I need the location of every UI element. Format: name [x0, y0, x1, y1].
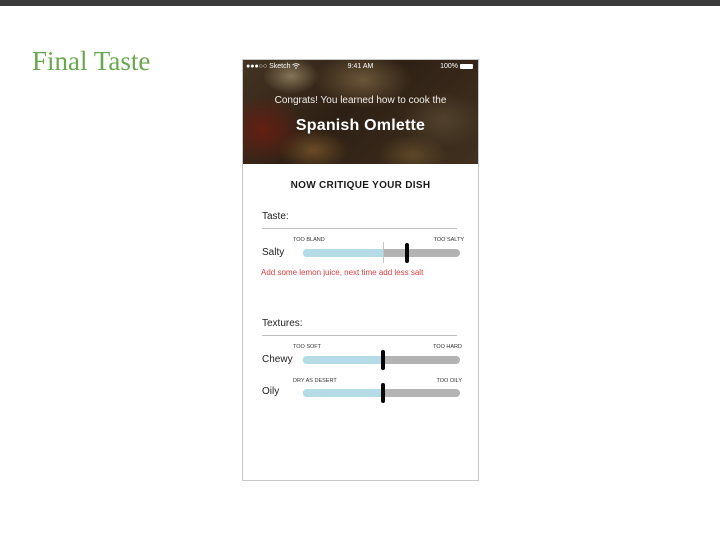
- phone-screen: ●●●○○ Sketch 9:41 AM 100% Congrats! You …: [242, 59, 479, 481]
- chewy-max-label: TOO HARD: [433, 344, 462, 350]
- status-battery: 100%: [440, 63, 473, 70]
- salty-slider-fill: [303, 249, 384, 257]
- oily-max-label: TOO OILY: [436, 378, 462, 384]
- hero-image: ●●●○○ Sketch 9:41 AM 100% Congrats! You …: [243, 60, 478, 164]
- salty-slider-thumb[interactable]: [404, 243, 409, 263]
- battery-icon: [460, 64, 473, 69]
- battery-percent: 100%: [440, 63, 458, 70]
- slide-title: Final Taste: [32, 46, 151, 76]
- oily-label: Oily: [262, 386, 280, 397]
- salty-slider[interactable]: [303, 242, 460, 263]
- taste-label: Taste:: [262, 211, 289, 222]
- salty-label: Salty: [262, 247, 285, 258]
- chewy-slider[interactable]: [303, 350, 460, 370]
- hero-overlay: [243, 60, 478, 164]
- chewy-min-label: TOO SOFT: [293, 344, 322, 350]
- top-border: [0, 0, 720, 6]
- salty-max-label: TOO SALTY: [433, 237, 464, 243]
- taste-advice: Add some lemon juice, next time add less…: [261, 268, 424, 277]
- oily-slider[interactable]: [303, 383, 460, 403]
- salty-min-label: TOO BLAND: [293, 237, 325, 243]
- salty-slider-marker: [383, 242, 385, 263]
- chewy-slider-thumb[interactable]: [381, 350, 386, 370]
- critique-heading: NOW CRITIQUE YOUR DISH: [290, 180, 431, 191]
- chewy-slider-fill: [303, 356, 384, 364]
- taste-divider: [262, 228, 457, 229]
- oily-slider-thumb[interactable]: [381, 383, 386, 403]
- oily-slider-fill: [303, 389, 384, 397]
- congrats-text: Congrats! You learned how to cook the: [274, 95, 447, 106]
- dish-name: Spanish Omlette: [295, 117, 426, 134]
- textures-label: Textures:: [262, 318, 303, 329]
- oily-min-label: DRY AS DESERT: [293, 378, 337, 384]
- chewy-label: Chewy: [262, 354, 293, 365]
- textures-divider: [262, 335, 457, 336]
